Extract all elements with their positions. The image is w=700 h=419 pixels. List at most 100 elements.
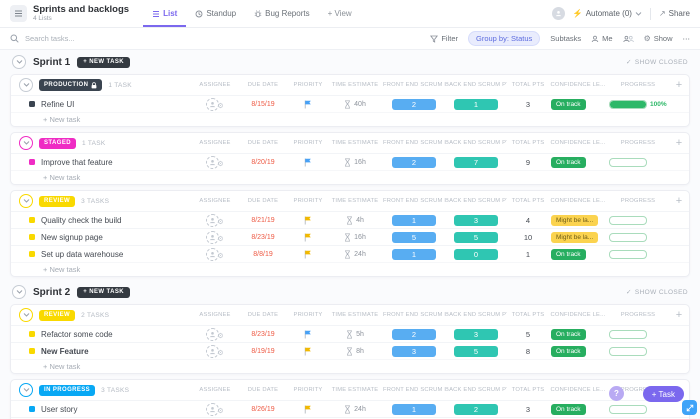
col-priority[interactable]: PRIORITY (289, 387, 327, 393)
assignees-button[interactable] (623, 35, 634, 43)
priority-cell[interactable] (289, 233, 327, 242)
task-row[interactable]: Refine UI ⚙ 8/15/19 40h 2 1 3 On track 1… (11, 95, 689, 112)
back-end-scrum-pts[interactable]: 5 (454, 232, 498, 243)
col-total-pts[interactable]: TOTAL PTS (507, 312, 549, 318)
task-name[interactable]: Refactor some code (41, 330, 113, 339)
col-time-estimate[interactable]: TIME ESTIMATE (327, 198, 383, 204)
collapse-group-icon[interactable] (19, 383, 33, 397)
confidence-level[interactable]: Might be la... (551, 232, 598, 243)
status-badge[interactable]: STAGED (39, 138, 76, 149)
task-name[interactable]: Set up data warehouse (41, 250, 123, 259)
assignee-cell[interactable]: ⚙ (193, 98, 237, 111)
col-assignee[interactable]: ASSIGNEE (193, 387, 237, 393)
me-button[interactable]: Me (591, 34, 612, 43)
assignee-cell[interactable]: ⚙ (193, 345, 237, 358)
status-badge[interactable]: PRODUCTION (39, 79, 102, 91)
back-end-scrum-pts[interactable]: 5 (454, 346, 498, 357)
front-end-scrum-pts[interactable]: 2 (392, 329, 436, 340)
assignee-cell[interactable]: ⚙ (193, 403, 237, 416)
due-date[interactable]: 8/19/19 (237, 348, 289, 355)
due-date[interactable]: 8/15/19 (237, 101, 289, 108)
col-back-end-pts[interactable]: BACK END SCRUM PTS (445, 312, 507, 318)
back-end-scrum-pts[interactable]: 2 (454, 404, 498, 415)
col-due-date[interactable]: DUE DATE (237, 387, 289, 393)
task-row[interactable]: New Feature ⚙ 8/19/19 8h 3 5 8 On track (11, 342, 689, 359)
task-name[interactable]: User story (41, 405, 77, 414)
collapse-group-icon[interactable] (19, 194, 33, 208)
col-progress[interactable]: PROGRESS (607, 198, 669, 204)
col-confidence[interactable]: CONFIDENCE LE... (549, 312, 607, 318)
time-estimate-cell[interactable]: 5h (327, 330, 383, 339)
new-task-row[interactable]: + New task (11, 262, 689, 276)
new-task-row[interactable]: + New task (11, 359, 689, 373)
col-total-pts[interactable]: TOTAL PTS (507, 387, 549, 393)
col-time-estimate[interactable]: TIME ESTIMATE (327, 140, 383, 146)
col-front-end-pts[interactable]: FRONT END SCRUM PTS (383, 387, 445, 393)
show-closed-toggle[interactable]: ✓ SHOW CLOSED (626, 288, 688, 296)
search-input[interactable] (23, 33, 137, 44)
group-by-button[interactable]: Group by: Status (468, 31, 540, 46)
col-progress[interactable]: PROGRESS (607, 82, 669, 88)
priority-cell[interactable] (289, 158, 327, 167)
due-date[interactable]: 8/20/19 (237, 159, 289, 166)
col-due-date[interactable]: DUE DATE (237, 82, 289, 88)
more-options-icon[interactable]: ⋯ (683, 34, 691, 43)
time-estimate-cell[interactable]: 24h (327, 250, 383, 259)
task-name[interactable]: New Feature (41, 347, 89, 356)
col-time-estimate[interactable]: TIME ESTIMATE (327, 82, 383, 88)
front-end-scrum-pts[interactable]: 3 (392, 346, 436, 357)
col-progress[interactable]: PROGRESS (607, 140, 669, 146)
front-end-scrum-pts[interactable]: 5 (392, 232, 436, 243)
task-name[interactable]: New signup page (41, 233, 103, 242)
col-time-estimate[interactable]: TIME ESTIMATE (327, 387, 383, 393)
automate-button[interactable]: ⚡ Automate (0) (573, 9, 642, 18)
col-progress[interactable]: PROGRESS (607, 312, 669, 318)
time-estimate-cell[interactable]: 24h (327, 405, 383, 414)
collapse-group-icon[interactable] (19, 136, 33, 150)
priority-cell[interactable] (289, 347, 327, 356)
confidence-level[interactable]: On track (551, 329, 586, 340)
col-total-pts[interactable]: TOTAL PTS (507, 140, 549, 146)
confidence-level[interactable]: On track (551, 404, 586, 415)
assignee-cell[interactable]: ⚙ (193, 156, 237, 169)
tab-bug-reports[interactable]: Bug Reports (245, 0, 318, 27)
priority-cell[interactable] (289, 405, 327, 414)
new-task-row[interactable]: + New task (11, 170, 689, 184)
new-task-row[interactable]: + New task (11, 112, 689, 126)
col-assignee[interactable]: ASSIGNEE (193, 82, 237, 88)
priority-cell[interactable] (289, 216, 327, 225)
due-date[interactable]: 8/23/19 (237, 331, 289, 338)
show-closed-toggle[interactable]: ✓ SHOW CLOSED (626, 58, 688, 66)
new-task-fab[interactable]: + Task (643, 386, 684, 402)
front-end-scrum-pts[interactable]: 1 (392, 215, 436, 226)
confidence-level[interactable]: On track (551, 249, 586, 260)
confidence-level[interactable]: On track (551, 346, 586, 357)
back-end-scrum-pts[interactable]: 1 (454, 99, 498, 110)
due-date[interactable]: 8/21/19 (237, 217, 289, 224)
col-confidence[interactable]: CONFIDENCE LE... (549, 82, 607, 88)
expand-corner-button[interactable] (682, 400, 697, 415)
front-end-scrum-pts[interactable]: 1 (392, 249, 436, 260)
time-estimate-cell[interactable]: 8h (327, 347, 383, 356)
assignee-cell[interactable]: ⚙ (193, 214, 237, 227)
col-front-end-pts[interactable]: FRONT END SCRUM PTS (383, 140, 445, 146)
col-back-end-pts[interactable]: BACK END SCRUM PTS (445, 140, 507, 146)
col-assignee[interactable]: ASSIGNEE (193, 312, 237, 318)
status-badge[interactable]: REVIEW (39, 310, 75, 321)
subtasks-button[interactable]: Subtasks (550, 34, 581, 43)
col-front-end-pts[interactable]: FRONT END SCRUM PTS (383, 82, 445, 88)
add-column-icon[interactable]: + (669, 138, 689, 149)
task-row[interactable]: New signup page ⚙ 8/23/19 16h 5 5 10 Mig… (11, 228, 689, 245)
col-due-date[interactable]: DUE DATE (237, 140, 289, 146)
confidence-level[interactable]: Might be la... (551, 215, 598, 226)
back-end-scrum-pts[interactable]: 0 (454, 249, 498, 260)
filter-button[interactable]: Filter (430, 34, 458, 43)
priority-cell[interactable] (289, 330, 327, 339)
add-column-icon[interactable]: + (669, 196, 689, 207)
col-due-date[interactable]: DUE DATE (237, 312, 289, 318)
col-front-end-pts[interactable]: FRONT END SCRUM PTS (383, 198, 445, 204)
col-confidence[interactable]: CONFIDENCE LE... (549, 387, 607, 393)
col-confidence[interactable]: CONFIDENCE LE... (549, 140, 607, 146)
col-time-estimate[interactable]: TIME ESTIMATE (327, 312, 383, 318)
col-assignee[interactable]: ASSIGNEE (193, 198, 237, 204)
